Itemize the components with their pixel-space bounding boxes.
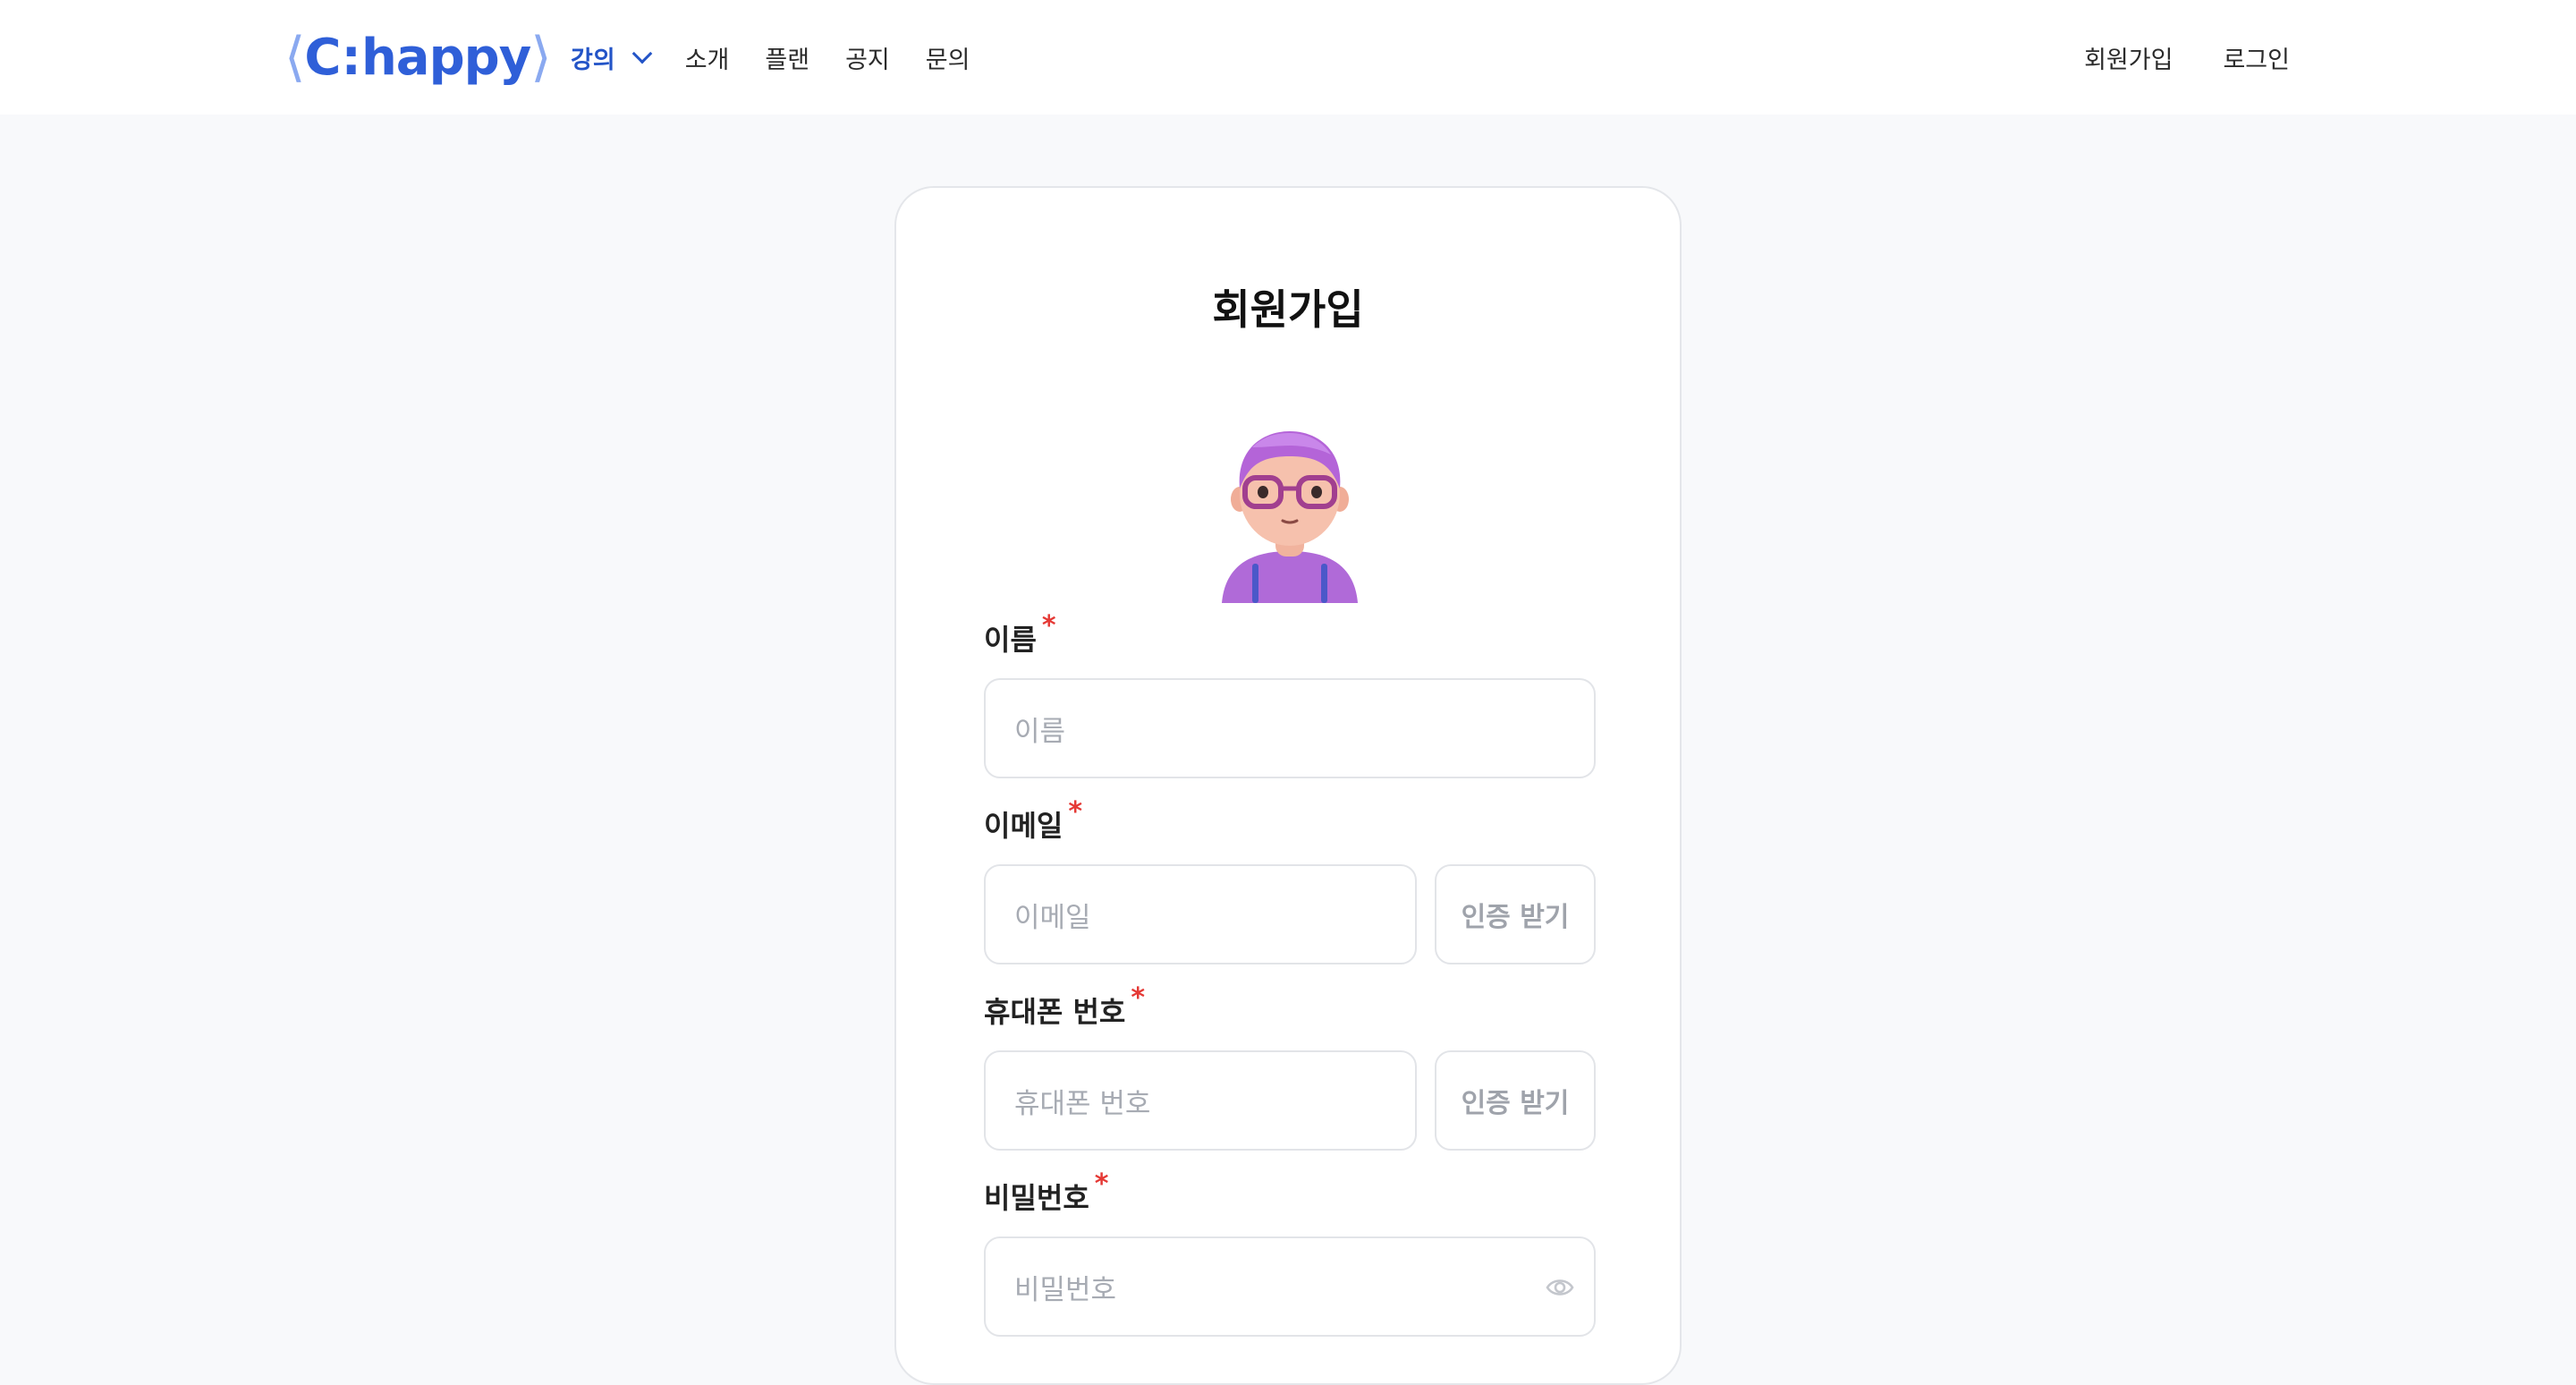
phone-placeholder: 휴대폰 번호 [1014,1087,1151,1120]
name-label: 이름 * [984,610,1056,659]
nav-item-label: 공지 [845,46,890,74]
name-input[interactable]: 이름 [984,678,1596,778]
email-label: 이메일 * [984,796,1082,845]
name-label-text: 이름 [984,623,1037,657]
avatar[interactable] [1220,429,1360,603]
main-nav: 강의 소개 플랜 공지 문의 [571,36,1005,79]
logo-colon: : [341,28,361,87]
page-title: 회원가입 [1212,285,1364,334]
top-header: ⟨ C : happy ⟩ 강의 소개 플랜 공지 문의 회원가입 로그인 [0,0,2576,115]
password-placeholder: 비밀번호 [1014,1273,1117,1306]
required-mark: * [1068,796,1083,828]
chappy-logo[interactable]: ⟨ C : happy ⟩ [284,25,552,89]
required-mark: * [1131,982,1146,1014]
logo-left-bracket: ⟨ [284,26,305,89]
password-label-text: 비밀번호 [984,1181,1089,1215]
eye-icon[interactable] [1546,1274,1574,1301]
login-link[interactable]: 로그인 [2223,40,2290,75]
password-input[interactable]: 비밀번호 [984,1236,1596,1337]
nav-item-lectures[interactable]: 강의 [571,40,653,75]
nav-item-label: 강의 [571,46,615,74]
chevron-down-icon [631,43,653,64]
nav-item-label: 문의 [925,46,970,74]
nav-item-about[interactable]: 소개 [685,40,730,75]
phone-input[interactable]: 휴대폰 번호 [984,1050,1417,1151]
required-mark: * [1041,610,1056,642]
nav-item-label: 플랜 [765,46,810,74]
required-mark: * [1094,1168,1109,1200]
phone-label: 휴대폰 번호 * [984,982,1145,1031]
email-label-text: 이메일 [984,809,1063,843]
nav-item-label: 소개 [684,46,730,74]
email-input[interactable]: 이메일 [984,864,1417,964]
nav-item-contact[interactable]: 문의 [926,40,970,75]
logo-right-bracket: ⟩ [530,26,551,89]
nav-item-plan[interactable]: 플랜 [765,40,809,75]
signup-link[interactable]: 회원가입 [2084,40,2173,75]
logo-word: happy [360,28,531,87]
nav-item-notice[interactable]: 공지 [845,40,890,75]
email-verify-button[interactable]: 인증 받기 [1435,864,1596,964]
email-placeholder: 이메일 [1014,901,1091,934]
auth-links: 회원가입 로그인 [2034,36,2290,79]
name-placeholder: 이름 [1014,715,1066,748]
phone-label-text: 휴대폰 번호 [984,995,1126,1029]
phone-verify-button[interactable]: 인증 받기 [1435,1050,1596,1151]
signup-card: 회원가입 이름 * 이름 이메일 * 이메일 인증 받기 휴대폰 번호 * 휴대… [894,186,1682,1385]
password-label: 비밀번호 * [984,1168,1108,1217]
logo-c: C [304,28,341,87]
